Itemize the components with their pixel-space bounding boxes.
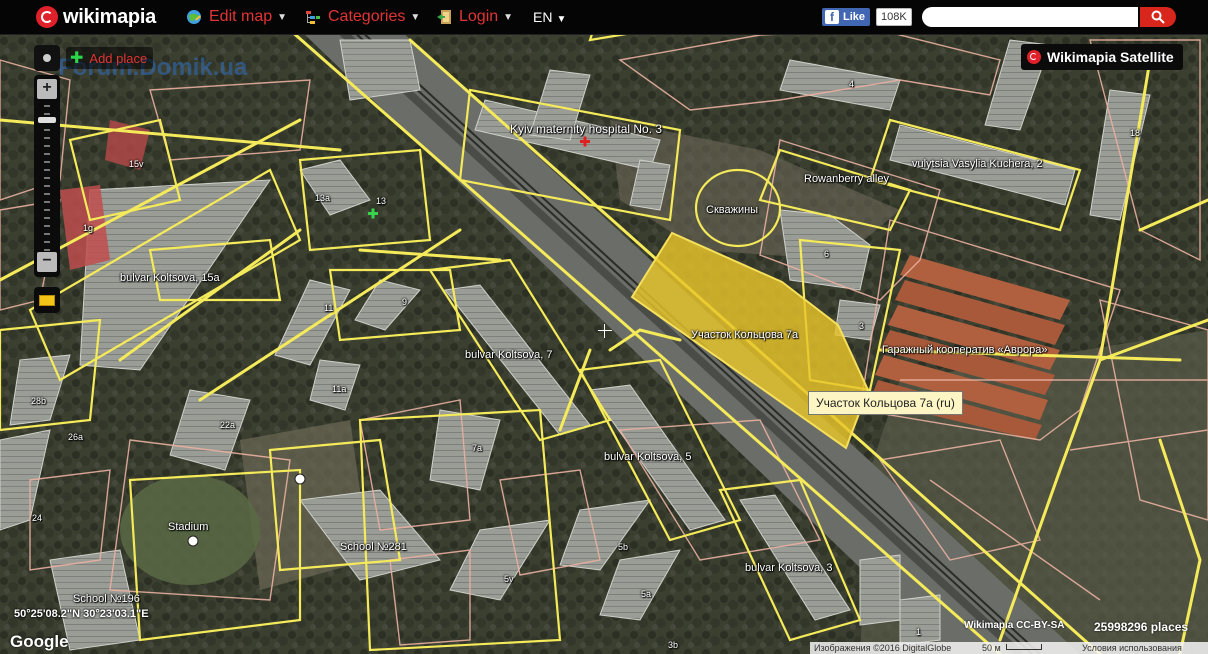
label-house-13a[interactable]: 13a	[315, 193, 330, 203]
wikimapia-logo[interactable]: wikimapia	[36, 5, 156, 29]
label-school-196[interactable]: School №196	[73, 593, 140, 605]
label-koltsova-7[interactable]: bulvar Koltsova, 7	[465, 349, 552, 361]
soccer-ball-icon	[294, 473, 306, 485]
locate-dot-icon	[43, 54, 51, 62]
zoom-slider-track[interactable]	[44, 105, 50, 251]
add-place-button[interactable]: ✚ Add place	[66, 47, 154, 69]
terms-link[interactable]: Условия использования	[1082, 642, 1182, 654]
language-selector[interactable]: EN ▼	[533, 9, 566, 25]
label-house-3b[interactable]: 3b	[668, 640, 678, 650]
search-input[interactable]	[922, 7, 1138, 27]
label-house-6[interactable]: 6	[824, 249, 829, 259]
login-label: Login	[459, 8, 499, 25]
locate-me-button[interactable]	[34, 45, 60, 71]
label-house-26a[interactable]: 26a	[68, 432, 83, 442]
search-button[interactable]	[1140, 7, 1176, 27]
edit-map-menu[interactable]: Edit map ▼	[186, 8, 287, 26]
label-rowanberry-alley[interactable]: Rowanberry alley	[804, 173, 889, 185]
scale-label: 50 м	[982, 643, 1001, 653]
login-door-icon	[437, 10, 451, 24]
chevron-down-icon: ▼	[503, 11, 514, 23]
zoom-panel: + −	[34, 75, 60, 277]
label-uchastok-koltsova-7a[interactable]: Участок Кольцова 7а	[691, 329, 798, 341]
facebook-like-label: Like	[843, 11, 866, 23]
zoom-slider-thumb[interactable]	[38, 117, 56, 123]
label-house-24[interactable]: 24	[32, 513, 42, 523]
ruler-icon	[39, 294, 55, 306]
map-type-button[interactable]: Wikimapia Satellite	[1021, 44, 1183, 70]
imagery-attribution: Изображения ©2016 DigitalGlobe	[814, 643, 952, 653]
wikimapia-logo-icon	[36, 6, 58, 28]
wikimapia-logo-icon	[1027, 50, 1041, 64]
zoom-in-button[interactable]: +	[37, 79, 57, 99]
label-koltsova-3[interactable]: bulvar Koltsova, 3	[745, 562, 832, 574]
categories-menu[interactable]: Categories ▼	[305, 8, 420, 26]
login-menu[interactable]: Login ▼	[436, 8, 513, 26]
label-skvazhiny[interactable]: Скважины	[706, 204, 758, 216]
label-house-28b[interactable]: 28b	[31, 396, 46, 406]
language-label: EN	[533, 9, 553, 25]
plus-icon: ✚	[70, 50, 84, 67]
chevron-down-icon: ▼	[410, 11, 421, 23]
soccer-ball-icon	[187, 535, 199, 547]
license-link[interactable]: Wikimapia CC-BY-SA	[964, 620, 1064, 631]
chevron-down-icon: ▼	[277, 11, 288, 23]
chevron-down-icon: ▼	[556, 14, 567, 25]
label-house-7a[interactable]: 7a	[472, 443, 482, 453]
label-house-5b[interactable]: 5b	[618, 542, 628, 552]
facebook-like-button[interactable]: f Like	[822, 8, 871, 26]
label-house-13[interactable]: 13	[376, 196, 386, 206]
facebook-like-count: 108K	[876, 8, 912, 26]
label-stadium[interactable]: Stadium	[168, 521, 208, 533]
ruler-button[interactable]	[34, 287, 60, 313]
coordinates-readout: 50°25'08.2"N 30°23'03.1"E	[14, 608, 149, 620]
scale-bar	[1006, 644, 1042, 650]
label-koltsova-5[interactable]: bulvar Koltsova, 5	[604, 451, 691, 463]
label-house-5a[interactable]: 5a	[641, 589, 651, 599]
label-house-15v[interactable]: 15v	[129, 159, 144, 169]
label-vasylia-kuchera[interactable]: vulytsia Vasylia Kuchera, 2	[912, 158, 1043, 170]
google-logo: Google	[10, 632, 69, 651]
place-tooltip: Участок Кольцова 7а (ru)	[808, 391, 963, 415]
label-house-1g[interactable]: 1g	[83, 223, 93, 233]
facebook-icon: f	[825, 10, 839, 24]
attribution-bar: Изображения ©2016 DigitalGlobe 50 м Усло…	[810, 642, 1208, 654]
globe-pencil-icon	[187, 10, 201, 24]
label-house-18[interactable]: 18	[1130, 128, 1140, 138]
label-house-3[interactable]: 3	[859, 321, 864, 331]
label-house-1[interactable]: 1	[916, 627, 921, 637]
categories-list-icon	[306, 11, 320, 24]
map-crosshair	[598, 324, 612, 338]
top-bar: wikimapia Edit map ▼ Categories ▼ Login …	[0, 0, 1208, 35]
edit-map-label: Edit map	[209, 8, 273, 25]
label-house-11[interactable]: 11	[324, 303, 333, 313]
label-hospital[interactable]: Kyiv maternity hospital No. 3	[510, 122, 662, 136]
label-koltsova-15a[interactable]: bulvar Koltsova, 15a	[120, 272, 220, 284]
label-garage-aurora[interactable]: Гаражный кооператив «Аврора»	[882, 344, 1047, 356]
zoom-out-button[interactable]: −	[37, 252, 57, 272]
logo-text: wikimapia	[63, 5, 156, 28]
categories-label: Categories	[328, 8, 406, 25]
label-house-22a[interactable]: 22a	[220, 420, 235, 430]
search-icon	[1151, 10, 1165, 24]
add-place-label: Add place	[89, 50, 148, 66]
label-house-9[interactable]: 9	[402, 297, 407, 307]
label-house-4[interactable]: 4	[849, 79, 854, 89]
map-type-label: Wikimapia Satellite	[1047, 49, 1174, 65]
places-count: 25998296 places	[1094, 620, 1189, 634]
label-house-5v[interactable]: 5v	[504, 574, 514, 584]
label-house-11a[interactable]: 11a	[332, 384, 346, 394]
label-school-281[interactable]: School №281	[340, 541, 407, 553]
